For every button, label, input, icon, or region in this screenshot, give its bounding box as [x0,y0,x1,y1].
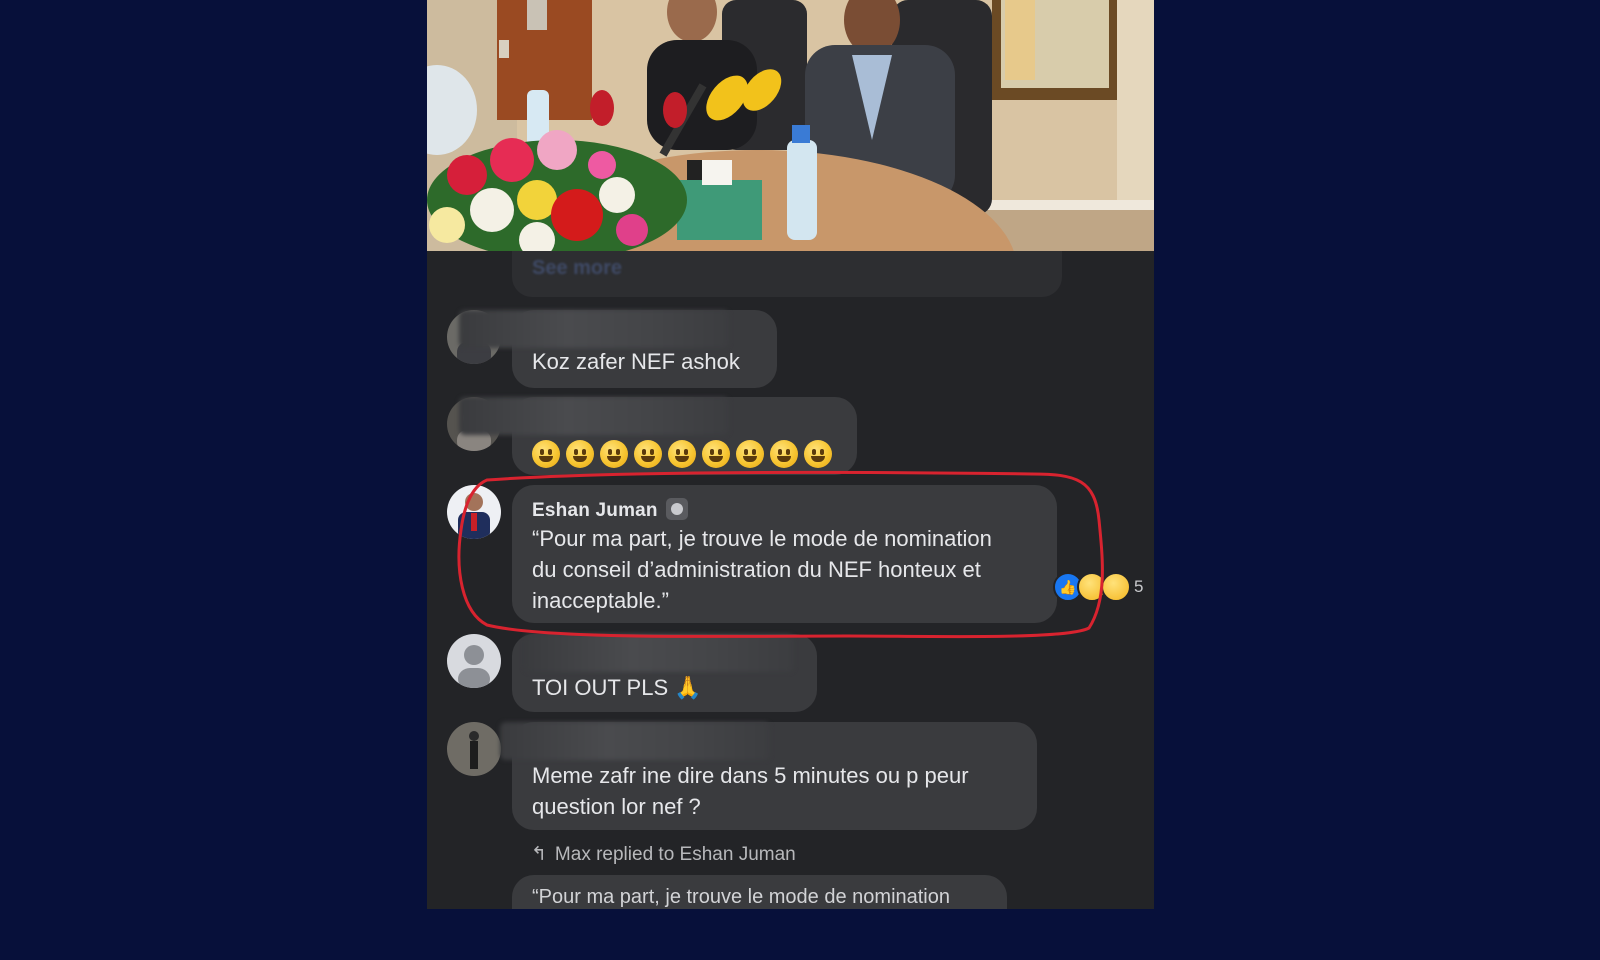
reply-preview-text: “Pour ma part, je trouve le mode de nomi… [532,886,950,908]
comment-author-name[interactable]: Eshan Juman [532,500,658,521]
comment-author-row: Eshan Juman [532,495,688,526]
comment-text-line: inacceptable.” [532,588,669,613]
avatar[interactable] [447,634,501,688]
redacted-author-name [524,634,794,672]
grinning-face-emoji [600,440,628,469]
grinning-face-emoji [736,440,764,469]
reply-notice-text: Max replied to Eshan Juman [554,844,796,865]
reply-preview-bubble[interactable]: “Pour ma part, je trouve le mode de nomi… [512,875,1007,909]
see-more-link[interactable]: See more [532,257,622,280]
redacted-author-name [500,722,770,760]
reply-arrow-icon: ↰ [531,844,547,865]
grinning-face-emoji [532,440,560,469]
comment-bubble: Eshan Juman “Pour ma part, je trouve le … [512,485,1057,623]
grinning-face-emoji [668,440,696,469]
comment-bubble: Koz zafer NEF ashok [459,310,777,388]
redacted-author-name [459,310,729,348]
comment-text-line: Meme zafr ine dire dans 5 minutes ou p p… [532,763,969,788]
redacted-author-name [459,397,729,435]
grinning-face-emoji [770,440,798,469]
avatar[interactable] [447,722,501,776]
grinning-face-emoji [804,440,832,469]
emoji-row [532,437,838,469]
comment-bubble: TOI OUT PLS 🙏 [512,634,817,712]
grinning-face-emoji [634,440,662,469]
reply-notice[interactable]: ↰ Max replied to Eshan Juman [531,843,796,866]
facebook-comments-screenshot: See more Koz zafer NEF ashok Eshan Juman… [427,0,1154,909]
comment-text-line: du conseil d’administration du NEF honte… [532,557,981,582]
comment-bubble [459,397,857,475]
top-fan-badge-icon [665,498,688,520]
avatar[interactable] [447,485,501,539]
comment-text-line: question lor nef ? [532,794,701,819]
reaction-summary[interactable]: 👍 5 [1053,572,1143,602]
comment-text-line: “Pour ma part, je trouve le mode de nomi… [532,526,992,551]
grinning-face-emoji [702,440,730,469]
comment-bubble: Meme zafr ine dire dans 5 minutes ou p p… [500,722,1037,830]
comment-text: TOI OUT PLS 🙏 [532,675,702,700]
wow-reaction-icon [1101,572,1131,602]
reaction-count: 5 [1134,577,1144,596]
grinning-face-emoji [566,440,594,469]
post-photo[interactable] [427,0,1154,251]
see-more-bar[interactable]: See more [512,251,1062,297]
comment-text: Koz zafer NEF ashok [532,349,740,374]
